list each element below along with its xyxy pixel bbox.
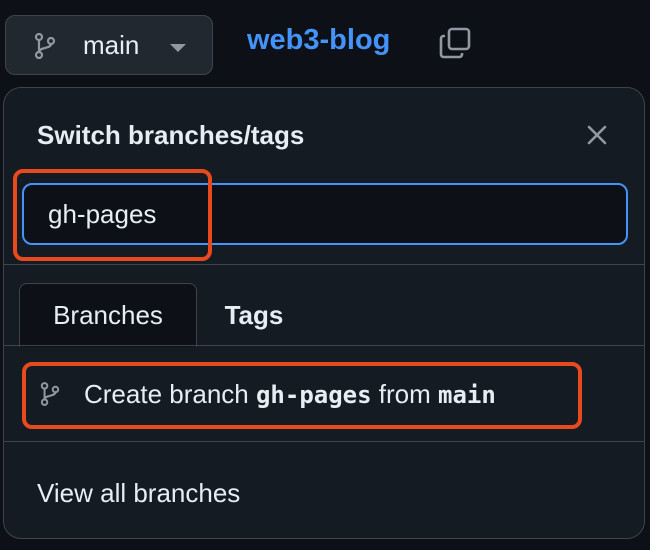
branch-tag-tabs: Branches Tags [4, 266, 644, 347]
branch-selector-label: main [83, 30, 140, 60]
create-branch-option[interactable]: Create branch gh-pages from main [22, 363, 628, 427]
new-branch-name: gh-pages [255, 381, 372, 409]
switch-branches-menu: Switch branches/tags Branches Tags Creat… [3, 87, 645, 539]
tab-branches[interactable]: Branches [19, 283, 197, 347]
copy-icon[interactable] [438, 26, 472, 60]
menu-title: Switch branches/tags [37, 120, 305, 150]
tab-tags[interactable]: Tags [199, 283, 309, 347]
create-branch-label: Create branch gh-pages from main [84, 379, 496, 410]
divider [4, 345, 644, 346]
branch-selector-button[interactable]: main [5, 15, 213, 75]
divider [4, 264, 644, 265]
caret-down-icon [170, 44, 186, 52]
close-icon[interactable] [584, 122, 610, 148]
create-prefix: Create branch [84, 379, 256, 409]
divider [4, 441, 644, 442]
create-middle: from [371, 379, 439, 409]
view-all-branches-link[interactable]: View all branches [37, 478, 240, 509]
source-branch-name: main [438, 381, 496, 409]
repo-name-link[interactable]: web3-blog [247, 24, 390, 57]
git-branch-icon [34, 33, 56, 59]
git-branch-icon [40, 382, 60, 406]
branch-filter-input[interactable] [22, 183, 628, 245]
